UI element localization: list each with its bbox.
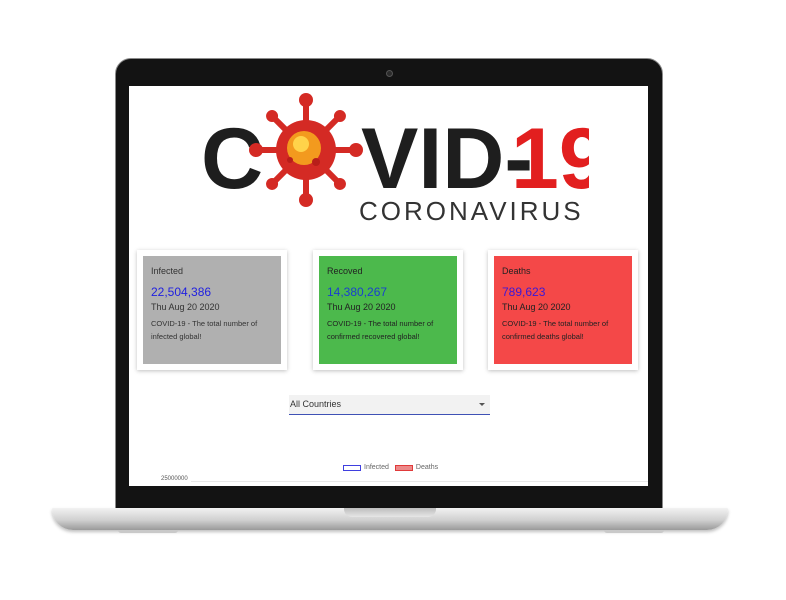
laptop-notch	[344, 508, 436, 517]
card-count: 789,623	[502, 285, 546, 299]
card-date: Thu Aug 20 2020	[327, 302, 396, 312]
deaths-card-body: Deaths 789,623 Thu Aug 20 2020 COVID-19 …	[494, 256, 632, 364]
covid-19-logo: C VID- 19 CORONAVIRUS	[201, 93, 589, 226]
country-select[interactable]: All Countries	[289, 395, 490, 415]
card-count: 14,380,267	[327, 285, 388, 299]
y-axis-tick: 25000000	[161, 476, 188, 482]
recovered-card: Recoved 14,380,267 Thu Aug 20 2020 COVID…	[313, 250, 463, 370]
legend-swatch-infected[interactable]	[343, 464, 361, 471]
dropdown-arrow-icon	[479, 403, 485, 406]
infected-card-body: Infected 22,504,386 Thu Aug 20 2020 COVI…	[143, 256, 281, 364]
card-title: Deaths	[502, 266, 531, 276]
card-description: COVID-19 - The total number of infected …	[151, 319, 258, 341]
card-date: Thu Aug 20 2020	[151, 302, 220, 312]
card-count: 22,504,386	[151, 285, 212, 299]
infected-card: Infected 22,504,386 Thu Aug 20 2020 COVI…	[137, 250, 287, 370]
laptop-foot	[118, 530, 178, 533]
card-date: Thu Aug 20 2020	[502, 302, 571, 312]
logo-tagline: CORONAVIRUS	[359, 196, 584, 226]
logo-word-vid: VID-	[361, 111, 533, 207]
legend-label-deaths[interactable]: Deaths	[416, 464, 438, 471]
card-description: COVID-19 - The total number of confirmed…	[502, 319, 609, 341]
browser-screen: C VID- 19 CORONAVIRUS Infected 22,504,38…	[129, 86, 648, 486]
virus-icon	[249, 93, 363, 207]
webcam	[386, 70, 393, 77]
card-title: Infected	[151, 266, 184, 276]
legend-label-infected[interactable]: Infected	[364, 464, 389, 471]
card-description: COVID-19 - The total number of confirmed…	[327, 319, 434, 341]
legend-swatch-deaths[interactable]	[394, 464, 413, 471]
logo-letter-c: C	[201, 111, 263, 207]
country-select-value: All Countries	[290, 399, 342, 409]
logo-number-19: 19	[511, 111, 589, 207]
chart-legend: Infected Deaths	[343, 464, 438, 471]
gridline	[191, 481, 648, 482]
laptop-foot	[604, 530, 664, 533]
card-title: Recoved	[327, 266, 363, 276]
deaths-card: Deaths 789,623 Thu Aug 20 2020 COVID-19 …	[488, 250, 638, 370]
recovered-card-body: Recoved 14,380,267 Thu Aug 20 2020 COVID…	[319, 256, 457, 364]
